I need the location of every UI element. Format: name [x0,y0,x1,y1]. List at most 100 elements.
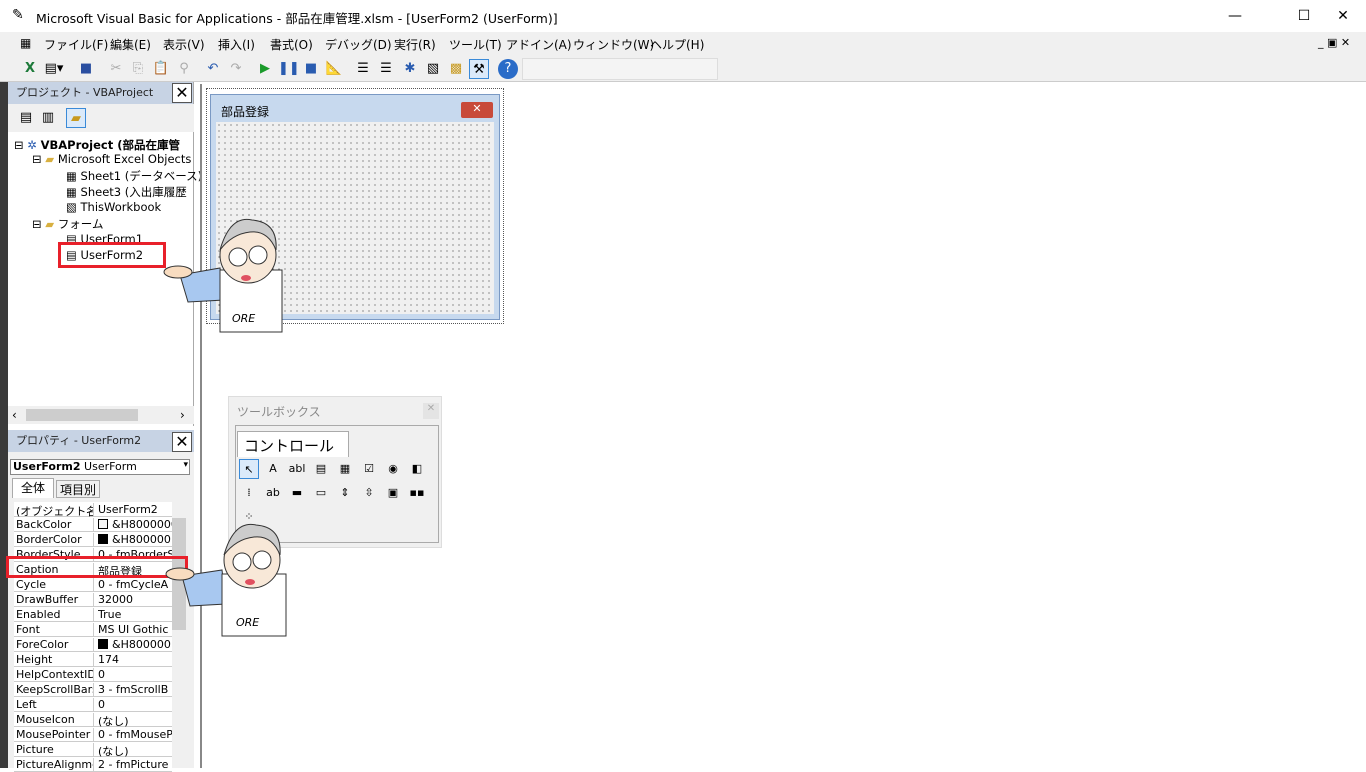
property-row[interactable]: BackColor &H8000000 [14,517,172,532]
property-value[interactable]: UserForm2 [98,503,172,516]
menu-help[interactable]: ヘルプ(H) [650,36,704,53]
view-code-icon[interactable]: ▤ [16,108,36,128]
toolbox-close-button[interactable]: ✕ [423,403,439,419]
find-icon[interactable]: ⚲ [174,59,194,79]
pointing-character-2: ORE [165,523,287,637]
object-browser-icon[interactable]: ✱ [400,59,420,79]
property-row[interactable]: MouseIcon (なし) [14,712,172,728]
toolbox-icon[interactable]: ⚒ [469,59,489,79]
tree-sheet3[interactable]: ▦ Sheet3 (入出庫履歴 [66,184,187,200]
reset-icon[interactable]: ■ [301,59,321,79]
property-row[interactable]: HelpContextID 0 [14,667,172,682]
toolbox-tool-5-icon[interactable]: ☑ [359,459,379,479]
property-row[interactable]: (オブジェクト名) UserForm2 [14,502,172,519]
project-horizontal-scrollbar[interactable]: ‹ › [8,406,194,424]
toolbox-tool-7-icon[interactable]: ◧ [407,459,427,479]
property-value[interactable]: &H8000001 [98,638,172,651]
property-value[interactable]: 32000 [98,593,172,606]
menu-file[interactable]: ファイル(F) [44,36,108,53]
paste-icon[interactable]: 📋 [151,59,171,79]
toolbox-tool-10-icon[interactable]: ▬ [287,483,307,503]
child-window-controls[interactable]: _ ▣ ✕ [1318,36,1350,49]
toolbox-tool-4-icon[interactable]: ▦ [335,459,355,479]
menu-view[interactable]: 表示(V) [163,36,205,53]
toggle-folders-icon[interactable]: ▰ [66,108,86,128]
toolbox-tool-9-icon[interactable]: ab [263,483,283,503]
indent-icon[interactable]: ☰ [353,59,373,79]
object-selector[interactable]: UserForm2 UserForm ▾ [10,459,190,475]
toolbox-tool-15-icon[interactable]: ▪▪ [407,483,427,503]
tab-categorized[interactable]: 項目別 [56,480,100,498]
menu-tools[interactable]: ツール(T) [449,36,502,53]
property-value[interactable]: 0 [98,668,172,681]
property-value[interactable]: 0 [98,698,172,711]
save-icon[interactable]: ■ [76,59,96,79]
menu-format[interactable]: 書式(O) [270,36,313,53]
menu-addins[interactable]: アドイン(A) [506,36,572,53]
property-value[interactable]: &H8000000 [98,518,172,531]
help-icon[interactable]: ? [498,59,518,79]
tree-sheet1[interactable]: ▦ Sheet1 (データベース) [66,168,202,184]
property-value[interactable]: 0 - fmCycleA [98,578,172,591]
property-value[interactable]: 2 - fmPicture [98,758,172,771]
properties-close-button[interactable]: ✕ [172,432,192,452]
property-row[interactable]: KeepScrollBars 3 - fmScrollB [14,682,172,697]
properties-icon[interactable]: ▧ [423,59,443,79]
menu-debug[interactable]: デバッグ(D) [325,36,392,53]
property-row[interactable]: Enabled True [14,607,172,622]
toolbox-tool-12-icon[interactable]: ⇕ [335,483,355,503]
toolbox-tool-1-icon[interactable]: A [263,459,283,479]
code-window-icon[interactable]: ▦ [20,36,31,50]
toolbox-tool-2-icon[interactable]: abl [287,459,307,479]
property-row[interactable]: Left 0 [14,697,172,712]
toolbox-tool-11-icon[interactable]: ▭ [311,483,331,503]
property-row[interactable]: BorderColor &H8000001 [14,532,172,547]
undo-icon[interactable]: ↶ [203,59,223,79]
toolbox-tool-3-icon[interactable]: ▤ [311,459,331,479]
toolbox-tool-8-icon[interactable]: ⁞ [239,483,259,503]
tab-alphabetic[interactable]: 全体 [12,478,54,498]
property-row[interactable]: DrawBuffer 32000 [14,592,172,607]
property-value[interactable]: 3 - fmScrollB [98,683,172,696]
property-value[interactable]: True [98,608,172,621]
property-value[interactable]: MS UI Gothic [98,623,172,636]
property-row[interactable]: MousePointer 0 - fmMouseP [14,727,172,742]
design-mode-icon[interactable]: 📐 [324,59,344,79]
project-close-button[interactable]: ✕ [172,83,192,103]
property-row[interactable]: ForeColor &H8000001 [14,637,172,652]
toolbox-tool-13-icon[interactable]: ⇳ [359,483,379,503]
property-row[interactable]: Height 174 [14,652,172,667]
toolbox-tool-6-icon[interactable]: ◉ [383,459,403,479]
menu-insert[interactable]: 挿入(I) [218,36,255,53]
minimize-button[interactable]: — [1212,4,1258,28]
property-value[interactable]: 174 [98,653,172,666]
tree-forms-folder[interactable]: ⊟ ▰ フォーム [32,216,103,232]
tree-excel-objects[interactable]: ⊟ ▰ Microsoft Excel Objects [32,152,191,166]
property-value[interactable]: 0 - fmMouseP [98,728,172,741]
tree-thisworkbook[interactable]: ▧ ThisWorkbook [66,200,161,214]
property-row[interactable]: PictureAlignment 2 - fmPicture [14,757,172,772]
menu-edit[interactable]: 編集(E) [110,36,151,53]
insert-userform-icon[interactable]: ▤▾ [44,59,64,79]
menu-window[interactable]: ウィンドウ(W) [573,36,654,53]
run-icon[interactable]: ▶ [255,59,275,79]
redo-icon[interactable]: ↷ [226,59,246,79]
excel-icon[interactable]: X [20,59,40,79]
tab-controls[interactable]: コントロール [237,431,349,457]
property-row[interactable]: Cycle 0 - fmCycleA [14,577,172,592]
pause-icon[interactable]: ❚❚ [278,59,300,79]
outdent-icon[interactable]: ☰ [376,59,396,79]
property-row[interactable]: Font MS UI Gothic [14,622,172,637]
view-object-icon[interactable]: ▥ [38,108,58,128]
toolbox-tool-0-icon[interactable]: ↖ [239,459,259,479]
property-row[interactable]: Picture (なし) [14,742,172,758]
menu-run[interactable]: 実行(R) [394,36,436,53]
property-value[interactable]: &H8000001 [98,533,172,546]
project-explorer-icon[interactable]: ▩ [446,59,466,79]
cut-icon[interactable]: ✂ [106,59,126,79]
close-button[interactable]: ✕ [1320,4,1366,28]
toolbox-tool-14-icon[interactable]: ▣ [383,483,403,503]
form-close-button[interactable]: ✕ [461,102,493,118]
tree-root[interactable]: ⊟ ✲ VBAProject (部品在庫管 [14,137,180,153]
copy-icon[interactable]: ⎘ [128,59,148,79]
